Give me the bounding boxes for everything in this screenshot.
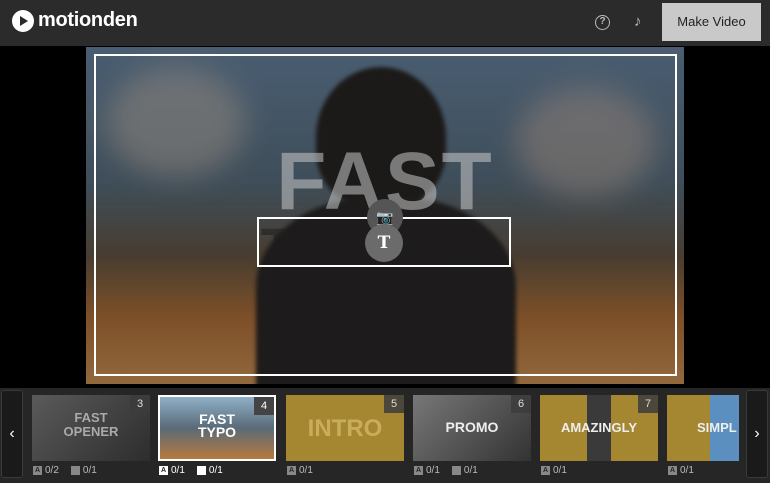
scene-number: 4 bbox=[254, 397, 274, 415]
text-count-icon: A bbox=[414, 465, 423, 475]
scene-filmstrip: ‹ FAST OPENER 3 A 0/2 0/1 FAST TYPO 4 A 0/… bbox=[0, 388, 770, 483]
text-count: 0/2 bbox=[45, 464, 59, 476]
text-count-icon: A bbox=[159, 465, 168, 475]
text-count: 0/1 bbox=[426, 464, 440, 476]
scene-thumbnail-7[interactable]: AMAZINGLY 7 bbox=[540, 395, 658, 461]
help-icon[interactable]: ? bbox=[595, 15, 610, 30]
scene-thumbnail-6[interactable]: PROMO 6 bbox=[413, 395, 531, 461]
top-bar: motionden ? ♪ Make Video bbox=[0, 0, 770, 46]
scene-counts: A 0/1 0/1 bbox=[414, 464, 478, 476]
image-count: 0/1 bbox=[82, 464, 97, 476]
scene-thumbnail-3[interactable]: FAST OPENER 3 bbox=[32, 395, 150, 461]
scene-number: 3 bbox=[130, 395, 150, 413]
scene-counts: A 0/2 0/1 bbox=[33, 464, 97, 476]
scene-number: 5 bbox=[384, 395, 404, 413]
scene-label: PROMO bbox=[445, 419, 499, 435]
scene-label: AMAZINGLY bbox=[560, 420, 638, 435]
image-count-icon bbox=[196, 465, 206, 475]
scene-thumbnail-8[interactable]: SIMPL bbox=[667, 395, 739, 461]
scene-counts: A 0/1 bbox=[287, 464, 313, 476]
music-note-icon[interactable]: ♪ bbox=[634, 13, 642, 30]
scene-thumbnail-4[interactable]: FAST TYPO 4 bbox=[158, 395, 276, 461]
scene-label: FAST TYPO bbox=[197, 411, 237, 440]
chevron-left-icon[interactable]: ‹ bbox=[1, 390, 23, 478]
text-count-icon: A bbox=[287, 465, 296, 475]
image-count: 0/1 bbox=[463, 464, 478, 476]
chevron-right-icon[interactable]: › bbox=[746, 390, 768, 478]
play-logo-icon bbox=[12, 9, 34, 32]
scene-label: SIMPL bbox=[697, 420, 737, 435]
text-count: 0/1 bbox=[680, 464, 694, 476]
scene-label: INTRO bbox=[307, 415, 383, 442]
scene-label: FAST OPENER bbox=[63, 410, 119, 439]
scene-number: 6 bbox=[511, 395, 531, 413]
text-count: 0/1 bbox=[299, 464, 313, 476]
motionden-logo[interactable]: motionden bbox=[12, 9, 138, 32]
scene-number: 7 bbox=[638, 395, 658, 413]
scene-thumbnail-5[interactable]: INTRO 5 bbox=[286, 395, 404, 461]
scene-preview-stage: FAST TYPO 📷 T bbox=[86, 47, 684, 384]
scene-counts: A 0/1 bbox=[541, 464, 567, 476]
image-count: 0/1 bbox=[208, 464, 223, 476]
text-count-icon: A bbox=[541, 465, 550, 475]
logo-text: motionden bbox=[38, 9, 138, 31]
text-count-icon: A bbox=[668, 465, 677, 475]
text-count: 0/1 bbox=[171, 464, 185, 476]
scene-counts: A 0/1 bbox=[668, 464, 694, 476]
image-count-icon bbox=[451, 465, 461, 475]
scene-counts: A 0/1 0/1 bbox=[159, 464, 223, 476]
text-count-icon: A bbox=[33, 465, 42, 475]
text-tool-icon[interactable]: T bbox=[365, 224, 403, 262]
image-count-icon bbox=[70, 465, 80, 475]
text-count: 0/1 bbox=[553, 464, 567, 476]
make-video-button[interactable]: Make Video bbox=[662, 3, 761, 41]
